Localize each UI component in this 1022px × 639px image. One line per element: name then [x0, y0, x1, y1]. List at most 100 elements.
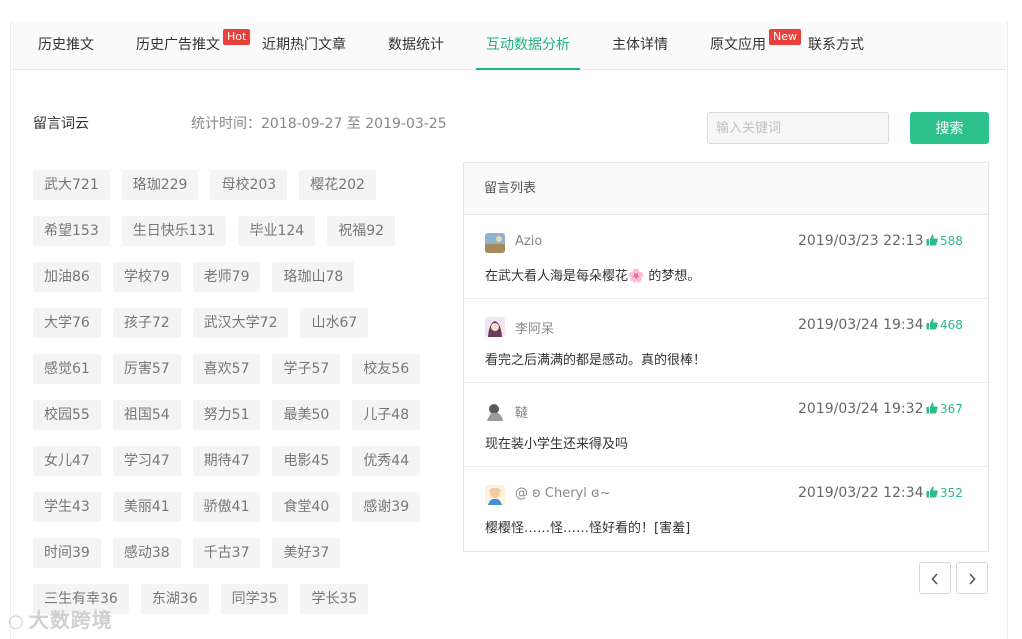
comment-item: 韃 2019/03/24 19:32 367 现在装小学生还来得及吗: [464, 383, 988, 467]
tab-bar: 历史推文 历史广告推文 Hot 近期热门文章 数据统计 互动数据分析 主体详情 …: [12, 22, 1006, 70]
word-tag[interactable]: 珞珈229: [121, 170, 199, 200]
word-tag[interactable]: 学习47: [112, 446, 181, 476]
comment-text: 在武大看人海是每朵樱花🌸 的梦想。: [485, 269, 701, 284]
comment-text: 现在装小学生还来得及吗: [485, 437, 629, 452]
tab-label: 联系方式: [808, 37, 864, 53]
watermark-logo-icon: ○: [8, 611, 25, 632]
word-cloud-row: 大学76 孩子72 武汉大学72 山水67: [33, 308, 433, 354]
wordcloud-title: 留言词云: [33, 116, 89, 132]
word-cloud-row: 加油86 学校79 老师79 珞珈山78: [33, 262, 433, 308]
word-tag[interactable]: 美丽41: [112, 492, 181, 522]
like-value: 367: [940, 402, 963, 416]
word-cloud: 武大721 珞珈229 母校203 樱花202 希望153 生日快乐131 毕业124 祝福9…: [33, 170, 433, 630]
avatar[interactable]: [485, 485, 505, 505]
thumbs-up-icon: [926, 318, 938, 330]
word-tag[interactable]: 大学76: [33, 308, 101, 338]
prev-page-button[interactable]: [919, 562, 951, 594]
tab-data-statistics[interactable]: 数据统计: [388, 22, 444, 70]
tab-history-posts[interactable]: 历史推文: [38, 22, 94, 70]
like-value: 352: [940, 486, 963, 500]
word-cloud-row: 武大721 珞珈229 母校203 樱花202: [33, 170, 433, 216]
comment-time: 2019/03/23 22:13: [798, 233, 924, 249]
tab-label: 近期热门文章: [262, 37, 346, 53]
tab-original-apps[interactable]: 原文应用: [710, 22, 766, 70]
tab-label: 主体详情: [612, 37, 668, 53]
word-tag[interactable]: 骄傲41: [192, 492, 261, 522]
word-tag[interactable]: 千古37: [192, 538, 261, 568]
word-tag[interactable]: 厉害57: [112, 354, 181, 384]
word-tag[interactable]: 感觉61: [33, 354, 101, 384]
comment-time: 2019/03/24 19:34: [798, 317, 924, 333]
word-tag[interactable]: 山水67: [300, 308, 369, 338]
chevron-left-icon: [931, 573, 938, 585]
word-tag[interactable]: 武大721: [33, 170, 110, 200]
tab-label: 互动数据分析: [486, 37, 570, 53]
tab-interaction-analysis[interactable]: 互动数据分析: [486, 22, 570, 70]
thumbs-up-icon: [926, 486, 938, 498]
tab-entity-details[interactable]: 主体详情: [612, 22, 668, 70]
watermark-text: 大数跨境: [28, 608, 113, 632]
word-tag[interactable]: 祝福92: [327, 216, 396, 246]
word-tag[interactable]: 祖国54: [112, 400, 181, 430]
word-tag[interactable]: 生日快乐131: [121, 216, 227, 246]
word-tag[interactable]: 学校79: [112, 262, 181, 292]
word-tag[interactable]: 儿子48: [352, 400, 421, 430]
active-tab-indicator: [476, 68, 580, 70]
like-count: 352: [926, 486, 963, 500]
like-count: 468: [926, 318, 963, 332]
search-input[interactable]: [707, 112, 889, 144]
word-tag[interactable]: 珞珈山78: [272, 262, 355, 292]
comment-time: 2019/03/22 12:34: [798, 485, 924, 501]
word-cloud-row: 女儿47 学习47 期待47 电影45 优秀44: [33, 446, 433, 492]
word-tag[interactable]: 期待47: [192, 446, 261, 476]
word-tag[interactable]: 喜欢57: [192, 354, 261, 384]
word-tag[interactable]: 希望153: [33, 216, 110, 246]
thumbs-up-icon: [926, 234, 938, 246]
thumbs-up-icon: [926, 402, 938, 414]
search-button[interactable]: 搜索: [910, 112, 989, 144]
word-tag[interactable]: 东湖36: [140, 584, 209, 614]
word-tag[interactable]: 加油86: [33, 262, 101, 292]
word-tag[interactable]: 学子57: [272, 354, 341, 384]
word-tag[interactable]: 老师79: [192, 262, 261, 292]
tab-label: 历史推文: [38, 37, 94, 53]
word-cloud-row: 时间39 感动38 千古37 美好37: [33, 538, 433, 584]
comment-list-title: 留言列表: [464, 163, 988, 215]
word-tag[interactable]: 最美50: [272, 400, 341, 430]
word-cloud-row: 希望153 生日快乐131 毕业124 祝福92: [33, 216, 433, 262]
tab-contact[interactable]: 联系方式: [808, 22, 864, 70]
word-tag[interactable]: 努力51: [192, 400, 261, 430]
word-tag[interactable]: 学长35: [300, 584, 369, 614]
like-value: 588: [940, 234, 963, 248]
word-tag[interactable]: 电影45: [272, 446, 341, 476]
tab-label: 数据统计: [388, 37, 444, 53]
word-tag[interactable]: 时间39: [33, 538, 101, 568]
avatar[interactable]: [485, 233, 505, 253]
comment-time: 2019/03/24 19:32: [798, 401, 924, 417]
word-tag[interactable]: 樱花202: [299, 170, 376, 200]
word-tag[interactable]: 优秀44: [352, 446, 421, 476]
word-tag[interactable]: 武汉大学72: [192, 308, 289, 338]
word-tag[interactable]: 孩子72: [112, 308, 181, 338]
comment-text: 樱樱怪……怪……怪好看的！[害羞]: [485, 521, 691, 536]
word-tag[interactable]: 感动38: [112, 538, 181, 568]
word-tag[interactable]: 毕业124: [238, 216, 316, 246]
word-tag[interactable]: 学生43: [33, 492, 101, 522]
word-tag[interactable]: 女儿47: [33, 446, 101, 476]
next-page-button[interactable]: [956, 562, 988, 594]
like-count: 588: [926, 234, 963, 248]
tab-recent-hot-articles[interactable]: 近期热门文章: [262, 22, 346, 70]
word-tag[interactable]: 感谢39: [352, 492, 421, 522]
word-tag[interactable]: 同学35: [220, 584, 289, 614]
tab-history-ads[interactable]: 历史广告推文: [136, 22, 220, 70]
like-count: 367: [926, 402, 963, 416]
avatar[interactable]: [485, 317, 505, 337]
word-tag[interactable]: 母校203: [210, 170, 288, 200]
word-tag[interactable]: 校友56: [352, 354, 421, 384]
avatar[interactable]: [485, 401, 505, 421]
hot-badge: Hot: [223, 29, 251, 45]
word-tag[interactable]: 美好37: [272, 538, 341, 568]
comment-item: Azio 2019/03/23 22:13 588 在武大看人海是每朵樱花🌸 的…: [464, 215, 988, 299]
word-tag[interactable]: 校园55: [33, 400, 101, 430]
word-tag[interactable]: 食堂40: [272, 492, 341, 522]
